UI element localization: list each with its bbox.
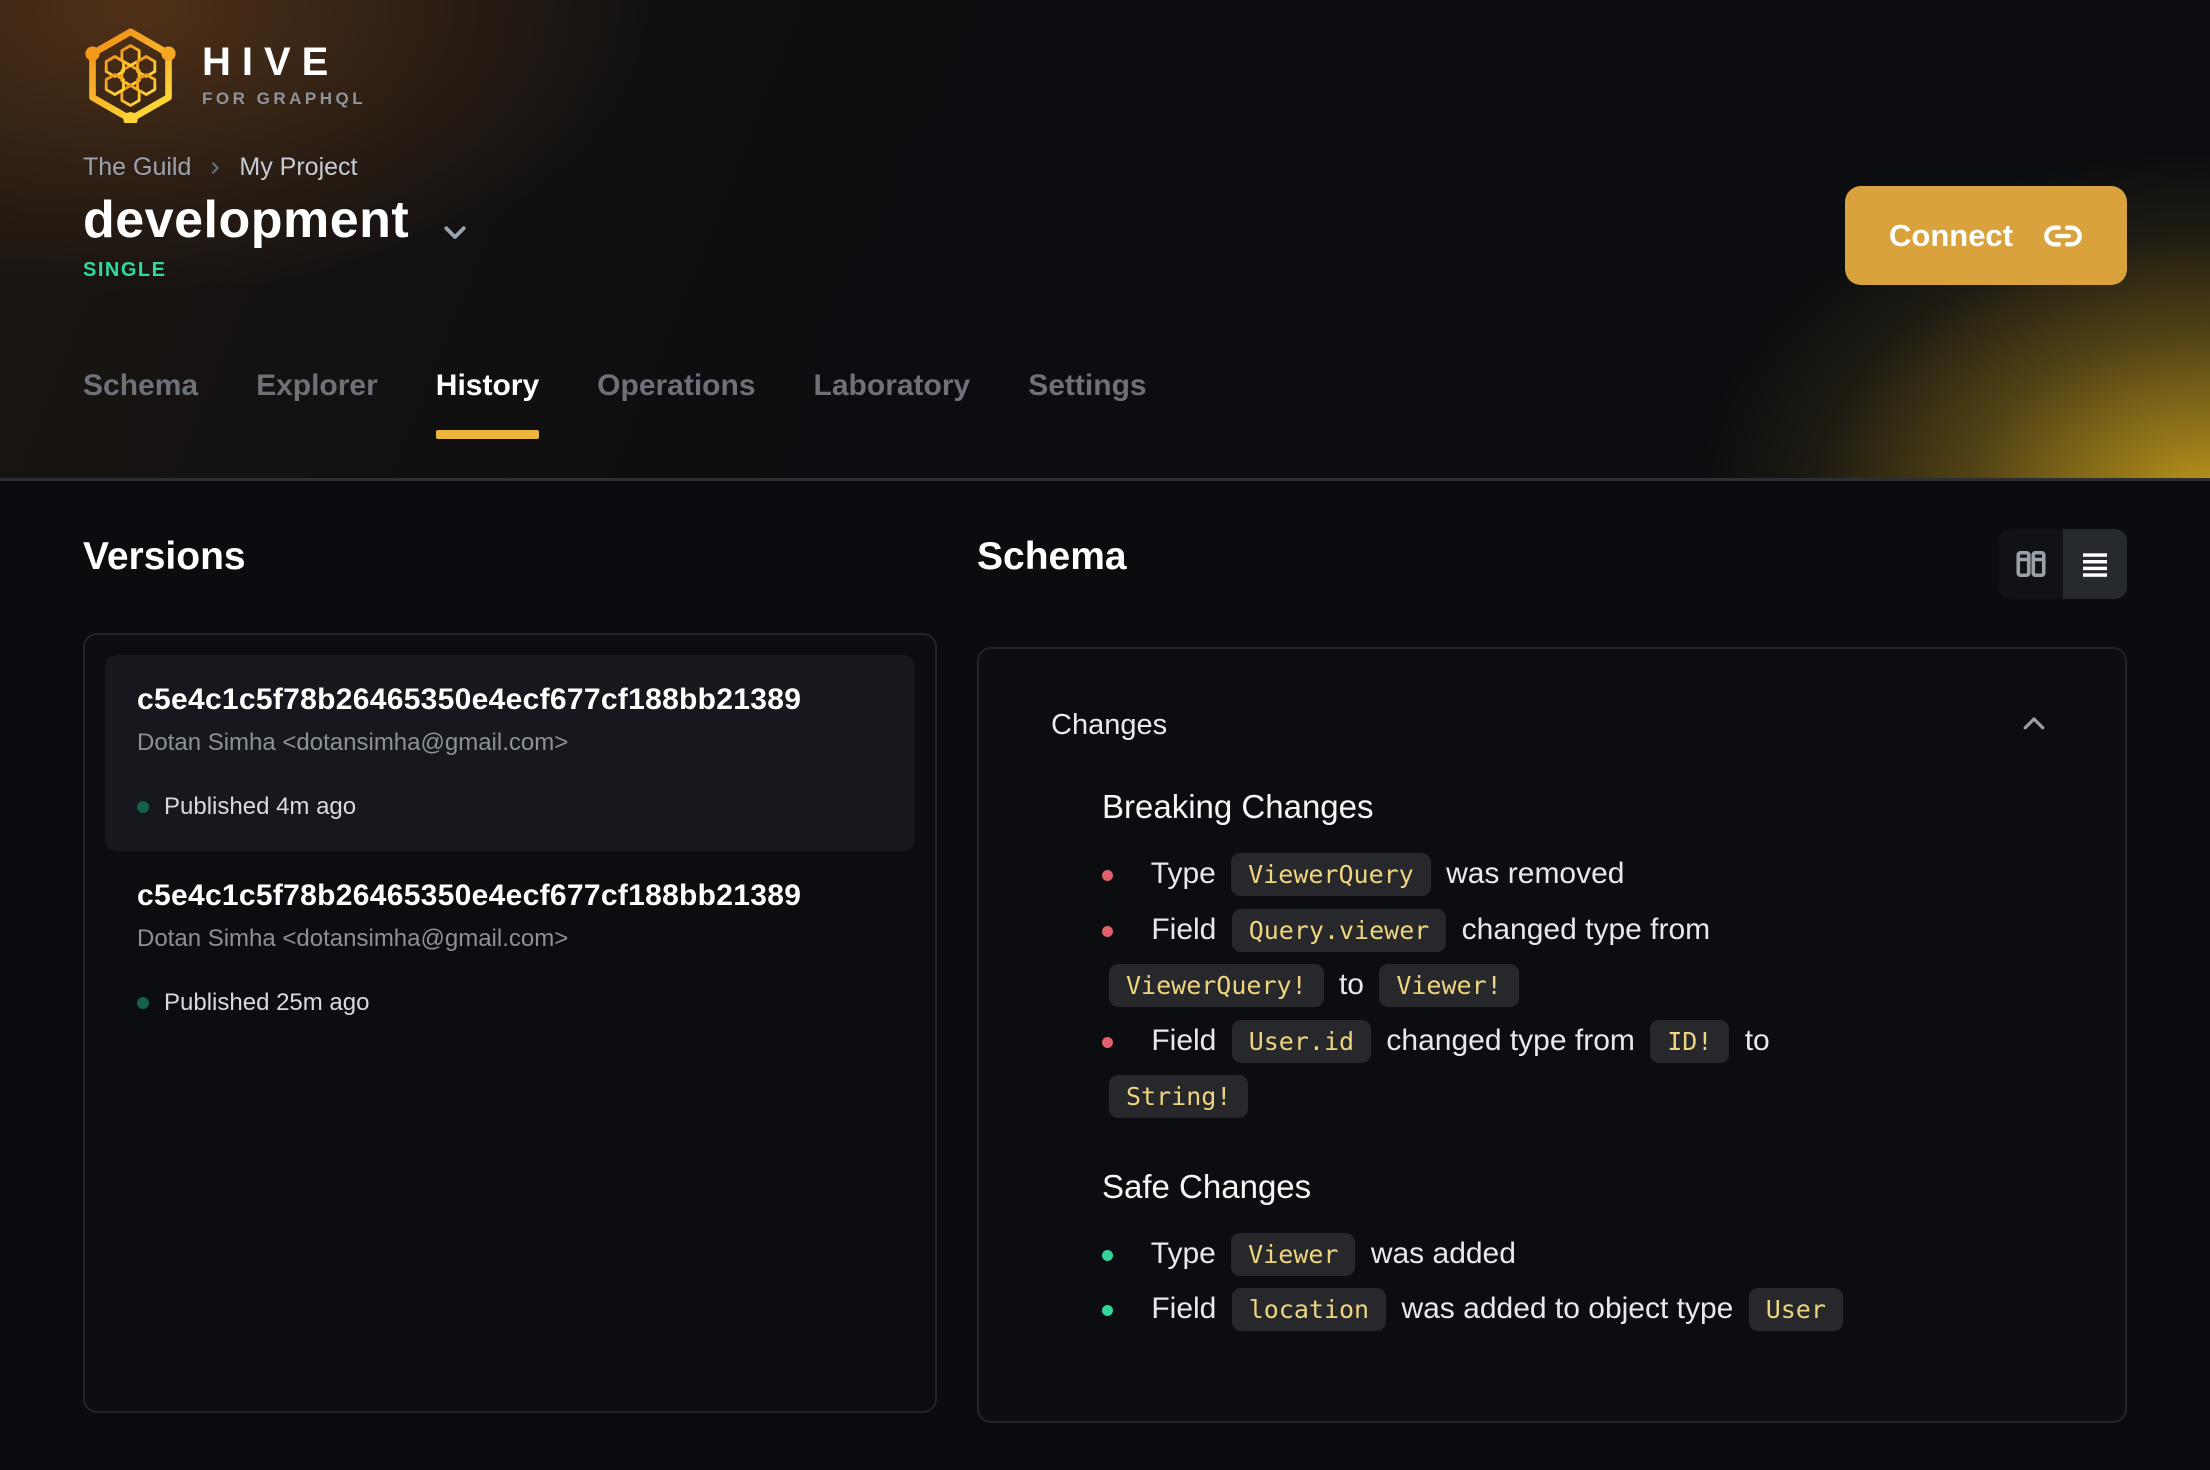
change-item: Field User.id changed type from ID! to S… xyxy=(1102,1013,1917,1124)
version-hash: c5e4c1c5f78b26465350e4ecf677cf188bb21389 xyxy=(137,879,802,912)
change-text: was added to object type xyxy=(1393,1292,1742,1325)
changes-title: Changes xyxy=(1051,709,1168,741)
change-text: Field xyxy=(1143,912,1225,946)
change-item: Type Viewer was added xyxy=(1102,1226,1917,1282)
connect-button-label: Connect xyxy=(1889,217,2013,253)
code-chip: ViewerQuery xyxy=(1231,853,1431,896)
change-section-title: Breaking Changes xyxy=(1102,788,1374,825)
change-text: changed type from xyxy=(1378,1023,1644,1057)
schema-heading: Schema xyxy=(977,535,1127,578)
breaking-bullet-icon xyxy=(1102,870,1113,881)
change-text: to xyxy=(1330,968,1373,1001)
page-header: HIVE FOR GRAPHQL The Guild My Project de… xyxy=(0,0,2210,481)
change-section: Safe Changes Type Viewer was added Field… xyxy=(1102,1168,2053,1337)
status-badge: SINGLE xyxy=(83,258,167,281)
versions-section: Versions c5e4c1c5f78b26465350e4ecf677cf1… xyxy=(83,535,937,1423)
unified-view-button[interactable] xyxy=(2063,529,2127,599)
change-item: Type ViewerQuery was removed xyxy=(1102,846,1917,902)
tab-operations[interactable]: Operations xyxy=(597,369,755,436)
change-text: Field xyxy=(1143,1292,1225,1325)
link-icon xyxy=(2044,225,2082,246)
code-chip: ID! xyxy=(1650,1019,1730,1063)
version-author: Dotan Simha <dotansimha@gmail.com> xyxy=(137,729,569,756)
collapse-button[interactable] xyxy=(2015,705,2053,746)
change-item: Field location was added to object type … xyxy=(1102,1281,1917,1337)
code-chip: Viewer! xyxy=(1379,964,1519,1007)
rows-icon xyxy=(2083,553,2107,577)
chevron-down-icon[interactable] xyxy=(440,217,470,247)
version-status-text: Published 4m ago xyxy=(164,793,357,820)
chevron-up-icon xyxy=(2023,717,2045,730)
main-tabs: Schema Explorer History Operations Labor… xyxy=(83,369,2127,439)
breaking-bullet-icon xyxy=(1102,925,1113,937)
connect-button[interactable]: Connect xyxy=(1845,186,2127,285)
brand-tagline: FOR GRAPHQL xyxy=(202,89,367,108)
tab-history[interactable]: History xyxy=(435,369,540,439)
change-text: was removed xyxy=(1437,857,1625,890)
view-toggle xyxy=(1999,529,2127,599)
changes-body: Breaking Changes Type ViewerQuery was re… xyxy=(1102,788,2053,1337)
change-text: Field xyxy=(1143,1023,1225,1057)
tab-schema[interactable]: Schema xyxy=(83,369,198,436)
version-author: Dotan Simha <dotansimha@gmail.com> xyxy=(137,925,569,952)
version-status-text: Published 25m ago xyxy=(164,989,370,1016)
change-section: Breaking Changes Type ViewerQuery was re… xyxy=(1102,788,2053,1124)
version-hash: c5e4c1c5f78b26465350e4ecf677cf188bb21389 xyxy=(137,683,802,716)
published-dot xyxy=(137,801,149,813)
main-content: Versions c5e4c1c5f78b26465350e4ecf677cf1… xyxy=(0,481,2210,1423)
tab-explorer[interactable]: Explorer xyxy=(256,369,378,436)
code-chip: Query.viewer xyxy=(1231,908,1447,952)
breadcrumb-project[interactable]: My Project xyxy=(239,153,357,182)
version-card[interactable]: c5e4c1c5f78b26465350e4ecf677cf188bb21389… xyxy=(105,851,915,1047)
published-dot xyxy=(137,997,149,1009)
change-text: was added xyxy=(1362,1236,1516,1270)
chevron-right-icon xyxy=(212,161,220,174)
versions-list: c5e4c1c5f78b26465350e4ecf677cf188bb21389… xyxy=(83,633,937,1413)
change-section-title: Safe Changes xyxy=(1102,1167,1312,1205)
split-view-button[interactable] xyxy=(1999,529,2063,599)
code-chip: String! xyxy=(1109,1075,1249,1118)
versions-heading: Versions xyxy=(83,535,246,578)
schema-section: Schema Changes Breaking Changes Type Vie… xyxy=(977,529,2127,1423)
safe-bullet-icon xyxy=(1102,1249,1113,1261)
change-list: Type Viewer was added Field location was… xyxy=(1102,1226,1917,1337)
changes-panel: Changes Breaking Changes Type ViewerQuer… xyxy=(977,647,2127,1423)
change-text: to xyxy=(1736,1023,1770,1057)
breaking-bullet-icon xyxy=(1102,1036,1113,1048)
code-chip: location xyxy=(1231,1288,1387,1331)
code-chip: ViewerQuery! xyxy=(1109,964,1324,1007)
code-chip: User xyxy=(1748,1288,1843,1331)
version-card[interactable]: c5e4c1c5f78b26465350e4ecf677cf188bb21389… xyxy=(105,655,915,851)
change-item: Field Query.viewer changed type from Vie… xyxy=(1102,902,1917,1013)
hive-logo[interactable]: HIVE FOR GRAPHQL xyxy=(83,28,2127,123)
tab-laboratory[interactable]: Laboratory xyxy=(814,369,971,436)
change-list: Type ViewerQuery was removed Field Query… xyxy=(1102,846,1917,1124)
page-title: development xyxy=(83,190,410,249)
breadcrumb: The Guild My Project xyxy=(83,153,2127,182)
change-text: Type xyxy=(1143,1236,1225,1270)
breadcrumb-org[interactable]: The Guild xyxy=(83,153,191,182)
code-chip: User.id xyxy=(1231,1019,1372,1063)
change-text: Type xyxy=(1143,857,1225,890)
brand-name: HIVE xyxy=(202,40,340,84)
columns-icon xyxy=(2016,550,2046,578)
safe-bullet-icon xyxy=(1102,1305,1113,1316)
change-text: changed type from xyxy=(1453,912,1711,946)
hive-logo-icon xyxy=(85,28,176,123)
tab-settings[interactable]: Settings xyxy=(1028,369,1146,436)
code-chip: Viewer xyxy=(1231,1232,1356,1276)
